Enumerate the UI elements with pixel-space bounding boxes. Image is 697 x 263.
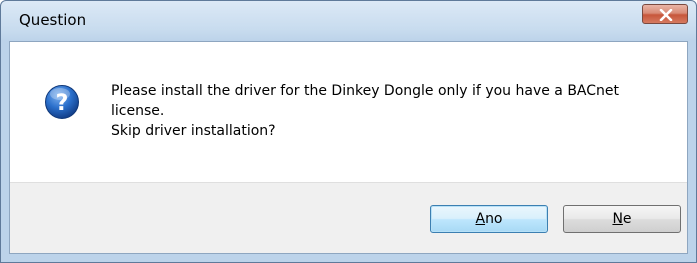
close-button[interactable]	[642, 4, 688, 24]
message-line: license.	[111, 103, 165, 119]
no-button-label: e	[622, 211, 632, 227]
close-icon	[659, 9, 673, 21]
message-text: Please install the driver for the Dinkey…	[111, 81, 671, 141]
dialog-window: Question ? Please install the driver for…	[0, 0, 697, 263]
no-button-mnemonic: N	[612, 211, 623, 227]
yes-button-label: no	[485, 211, 503, 227]
yes-button[interactable]: Ano	[430, 205, 548, 233]
title-bar[interactable]: Question	[1, 1, 696, 41]
yes-button-mnemonic: A	[475, 211, 486, 227]
window-title: Question	[19, 11, 87, 29]
question-icon: ?	[45, 85, 79, 119]
message-line: Skip driver installation?	[111, 123, 276, 139]
no-button[interactable]: Ne	[563, 205, 681, 233]
svg-text:?: ?	[56, 91, 69, 116]
message-line: Please install the driver for the Dinkey…	[111, 83, 620, 99]
dialog-content: ? Please install the driver for the Dink…	[9, 41, 688, 254]
